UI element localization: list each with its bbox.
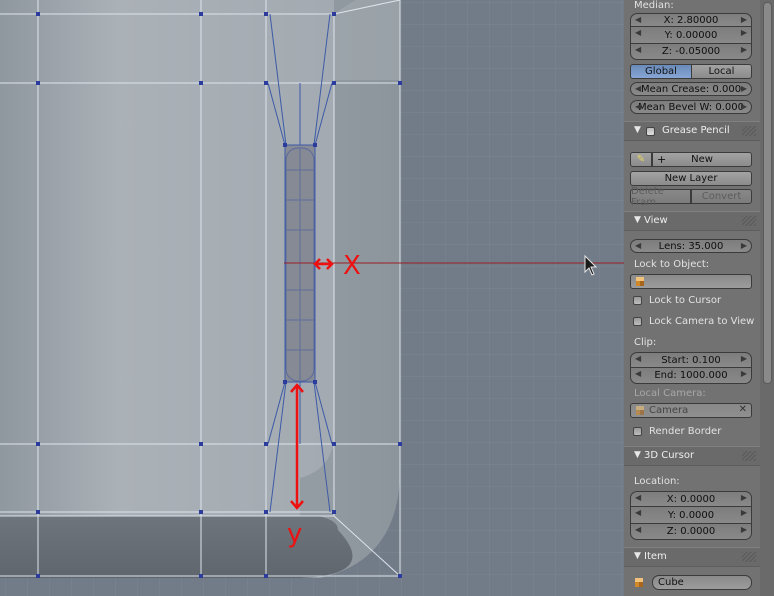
decrement-arrow-icon[interactable]: ◀ bbox=[635, 83, 641, 95]
pencil-icon: ✎ bbox=[636, 154, 646, 165]
item-section-header[interactable]: ▼ Item bbox=[624, 547, 760, 567]
decrement-arrow-icon[interactable]: ◀ bbox=[635, 27, 641, 39]
new-layer-button[interactable]: New Layer bbox=[630, 171, 752, 186]
median-label: Median: bbox=[634, 0, 674, 11]
increment-arrow-icon[interactable]: ▶ bbox=[741, 44, 747, 56]
decrement-arrow-icon[interactable]: ◀ bbox=[635, 240, 641, 252]
decrement-arrow-icon[interactable]: ◀ bbox=[635, 492, 641, 504]
item-title: Item bbox=[644, 551, 667, 562]
lock-to-cursor-checkbox[interactable] bbox=[633, 296, 642, 305]
annotation-y-label: y bbox=[287, 519, 302, 549]
cursor-z-value: Z: 0.0000 bbox=[666, 526, 716, 537]
collapse-triangle-icon[interactable]: ▼ bbox=[634, 125, 641, 135]
clip-end-value: End: 1000.000 bbox=[654, 370, 728, 381]
clear-x-icon[interactable]: ✕ bbox=[739, 404, 747, 415]
decrement-arrow-icon[interactable]: ◀ bbox=[635, 353, 641, 365]
mean-crease-value: Mean Crease: 0.000 bbox=[640, 83, 742, 95]
3d-cursor-section-header[interactable]: ▼ 3D Cursor bbox=[624, 446, 760, 466]
item-name-field[interactable]: Cube bbox=[652, 575, 752, 590]
scrollbar-thumb[interactable] bbox=[763, 2, 772, 384]
median-x-field[interactable]: ◀ X: 2.80000 ▶ bbox=[630, 13, 752, 27]
increment-arrow-icon[interactable]: ▶ bbox=[741, 524, 747, 536]
annotation-x-label: X bbox=[343, 251, 361, 281]
item-name-value: Cube bbox=[658, 577, 684, 588]
delete-frame-button[interactable]: Delete Fram bbox=[630, 186, 691, 208]
grease-pencil-section-header[interactable]: ▼ Grease Pencil bbox=[624, 121, 760, 141]
increment-arrow-icon[interactable]: ▶ bbox=[741, 507, 747, 519]
properties-panel[interactable]: Median: ◀ X: 2.80000 ▶ ◀ Y: 0.00000 ▶ ◀ Z: -0… bbox=[624, 0, 774, 596]
drag-grip-icon[interactable] bbox=[742, 216, 756, 226]
lock-to-object-label: Lock to Object: bbox=[634, 259, 710, 270]
collapse-triangle-icon[interactable]: ▼ bbox=[634, 551, 641, 561]
drag-grip-icon[interactable] bbox=[742, 126, 756, 136]
lens-value: Lens: 35.000 bbox=[658, 240, 724, 252]
clip-start-field[interactable]: ◀ Start: 0.100 ▶ bbox=[630, 352, 752, 368]
render-border-checkbox[interactable] bbox=[633, 427, 642, 436]
view-section-header[interactable]: ▼ View bbox=[624, 211, 760, 231]
increment-arrow-icon[interactable]: ▶ bbox=[741, 101, 747, 113]
increment-arrow-icon[interactable]: ▶ bbox=[741, 83, 747, 95]
panel-scrollbar[interactable] bbox=[760, 0, 774, 596]
cursor-y-field[interactable]: ◀ Y: 0.0000 ▶ bbox=[630, 507, 752, 524]
local-toggle-button[interactable]: Local bbox=[691, 64, 752, 79]
mesh-object[interactable] bbox=[0, 0, 402, 578]
increment-arrow-icon[interactable]: ▶ bbox=[741, 240, 747, 252]
plus-icon: + bbox=[657, 153, 667, 166]
clip-label: Clip: bbox=[634, 337, 657, 348]
lens-field[interactable]: ◀ Lens: 35.000 ▶ bbox=[630, 239, 752, 253]
grease-pencil-new-button[interactable]: + New bbox=[652, 152, 752, 167]
object-cube-icon bbox=[634, 578, 644, 588]
camera-object-icon bbox=[635, 406, 645, 416]
cursor-z-field[interactable]: ◀ Z: 0.0000 ▶ bbox=[630, 524, 752, 540]
local-camera-value: Camera bbox=[649, 405, 689, 416]
decrement-arrow-icon[interactable]: ◀ bbox=[635, 44, 641, 56]
decrement-arrow-icon[interactable]: ◀ bbox=[635, 14, 641, 26]
grease-pencil-title: Grease Pencil bbox=[662, 125, 730, 136]
median-x-value: X: 2.80000 bbox=[663, 14, 719, 26]
render-border-label: Render Border bbox=[649, 426, 722, 437]
object-cube-icon bbox=[635, 277, 645, 287]
increment-arrow-icon[interactable]: ▶ bbox=[741, 368, 747, 380]
decrement-arrow-icon[interactable]: ◀ bbox=[635, 524, 641, 536]
collapse-triangle-icon[interactable]: ▼ bbox=[634, 450, 641, 460]
3d-cursor-title: 3D Cursor bbox=[644, 450, 695, 461]
lock-camera-label: Lock Camera to View bbox=[649, 316, 755, 327]
cursor-y-value: Y: 0.0000 bbox=[667, 509, 715, 521]
increment-arrow-icon[interactable]: ▶ bbox=[741, 27, 747, 39]
clip-end-field[interactable]: ◀ End: 1000.000 ▶ bbox=[630, 368, 752, 384]
grease-pencil-data-browse[interactable]: ✎ bbox=[630, 152, 652, 167]
local-camera-label: Local Camera: bbox=[634, 388, 706, 399]
decrement-arrow-icon[interactable]: ◀ bbox=[635, 368, 641, 380]
median-z-field[interactable]: ◀ Z: -0.05000 ▶ bbox=[630, 44, 752, 60]
median-z-value: Z: -0.05000 bbox=[661, 46, 721, 57]
decrement-arrow-icon[interactable]: ◀ bbox=[635, 101, 641, 113]
local-camera-field[interactable]: Camera ✕ bbox=[630, 403, 752, 418]
collapse-triangle-icon[interactable]: ▼ bbox=[634, 215, 641, 225]
cursor-x-value: X: 0.0000 bbox=[666, 493, 716, 505]
increment-arrow-icon[interactable]: ▶ bbox=[741, 492, 747, 504]
new-label: New bbox=[691, 154, 713, 165]
location-label: Location: bbox=[634, 476, 680, 487]
mean-bevel-field[interactable]: ◀ Mean Bevel W: 0.000 ▶ bbox=[630, 100, 752, 114]
3d-viewport[interactable]: X y bbox=[0, 0, 624, 596]
lock-to-object-field[interactable] bbox=[630, 274, 752, 289]
lock-camera-checkbox[interactable] bbox=[633, 317, 642, 326]
mean-bevel-value: Mean Bevel W: 0.000 bbox=[638, 101, 744, 113]
lock-to-cursor-label: Lock to Cursor bbox=[649, 295, 722, 306]
grease-pencil-checkbox[interactable] bbox=[646, 127, 655, 136]
median-y-value: Y: 0.00000 bbox=[664, 29, 718, 41]
drag-grip-icon[interactable] bbox=[742, 451, 756, 461]
drag-grip-icon[interactable] bbox=[742, 552, 756, 562]
clip-start-value: Start: 0.100 bbox=[661, 354, 721, 366]
increment-arrow-icon[interactable]: ▶ bbox=[741, 353, 747, 365]
convert-button[interactable]: Convert bbox=[691, 189, 752, 204]
viewport-canvas[interactable]: X y bbox=[0, 0, 624, 596]
decrement-arrow-icon[interactable]: ◀ bbox=[635, 507, 641, 519]
view-title: View bbox=[644, 215, 668, 226]
cursor-x-field[interactable]: ◀ X: 0.0000 ▶ bbox=[630, 491, 752, 507]
global-toggle-button[interactable]: Global bbox=[630, 64, 692, 79]
increment-arrow-icon[interactable]: ▶ bbox=[741, 14, 747, 26]
median-y-field[interactable]: ◀ Y: 0.00000 ▶ bbox=[630, 27, 752, 44]
mean-crease-field[interactable]: ◀ Mean Crease: 0.000 ▶ bbox=[630, 82, 752, 96]
